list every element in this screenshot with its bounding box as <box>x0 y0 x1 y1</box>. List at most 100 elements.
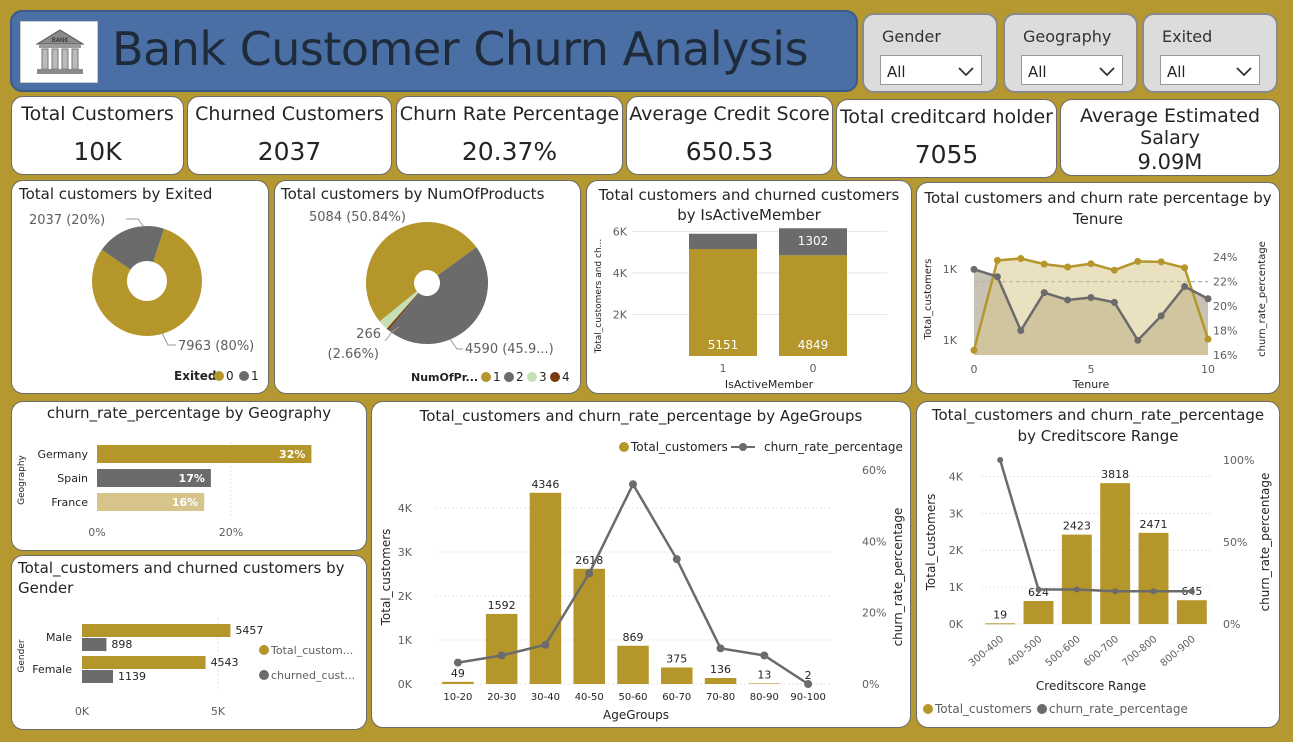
y-tick-label: 2K <box>949 544 964 557</box>
x-tick-label: 0% <box>88 526 105 539</box>
data-label: 266 <box>356 327 381 342</box>
x-tick-label: 500-600 <box>1044 634 1083 669</box>
x-tick-label: 40-50 <box>575 692 604 703</box>
legend-swatch <box>739 443 747 451</box>
legend-swatch <box>923 704 933 714</box>
point-churn-rate <box>1073 586 1080 593</box>
x-tick-label: 5 <box>1088 363 1095 376</box>
bar-60-70 <box>661 667 693 684</box>
x-tick-label: 400-500 <box>1005 634 1044 669</box>
y-tick-label: 4K <box>613 267 628 280</box>
y-tick-label: 2K <box>398 590 413 603</box>
bar-80-90 <box>748 683 781 684</box>
bar-800-900 <box>1176 600 1207 624</box>
point-churn-rate <box>760 651 769 660</box>
point-churn-rate <box>970 265 978 273</box>
x-tick-label: 0 <box>971 363 978 376</box>
legend-swatch <box>481 372 491 382</box>
x-tick-label: 1 <box>720 362 727 375</box>
legend-label: 1 <box>493 370 501 384</box>
point-total-customers <box>1181 264 1189 272</box>
x-tick-label: 30-40 <box>531 692 560 703</box>
kpi-label: Total Customers <box>21 103 174 125</box>
point-churn-rate <box>1087 293 1095 301</box>
point-churn-rate <box>716 644 725 653</box>
bar-churned-1 <box>689 233 757 250</box>
y-tick-label: 3K <box>398 546 413 559</box>
point-churn-rate <box>1040 289 1048 297</box>
y2-tick-label: 100% <box>1223 454 1254 467</box>
point-churn-rate <box>1157 312 1165 320</box>
x-tick-label: 70-80 <box>706 692 735 703</box>
kpi-value: 650.53 <box>685 137 774 166</box>
y-tick-label: 4K <box>398 502 413 515</box>
point-churn-rate <box>1064 296 1072 304</box>
y-axis-title: Geography <box>17 454 27 504</box>
y2-tick-label: 0% <box>862 678 879 691</box>
kpi-total-customers: Total Customers 10K <box>11 96 184 175</box>
exited-slicer-label: Exited <box>1162 27 1213 46</box>
chart-geography-svg: Germany 32% Spain 17% France 16% 0% 20% Geograph… <box>17 442 312 539</box>
kpi-value: 2037 <box>257 137 322 166</box>
exited-dropdown-value: All <box>1167 63 1186 81</box>
x-tick-label: 20-30 <box>487 692 516 703</box>
data-label: 1139 <box>118 670 146 683</box>
y-tick-label: 1K <box>398 634 413 647</box>
chart-exited-svg: 2037 (20%) 7963 (80%) Exited 0 1 <box>29 213 259 383</box>
bank-logo-icon: BANK <box>20 21 98 83</box>
point-churn-rate <box>672 555 681 564</box>
data-label: 17% <box>179 472 205 485</box>
x-tick-label: 50-60 <box>618 692 647 703</box>
legend-label: churn_rate_percentage <box>764 440 903 454</box>
leader-line <box>161 332 176 346</box>
page-title: Bank Customer Churn Analysis <box>112 22 809 76</box>
legend-title: NumOfPr... <box>411 371 478 384</box>
legend-swatch <box>504 372 514 382</box>
y2-tick-label: 50% <box>1223 536 1247 549</box>
geography-dropdown[interactable]: All <box>1021 55 1123 85</box>
legend-label: Total_customers <box>934 702 1032 716</box>
gender-dropdown[interactable]: All <box>880 55 982 85</box>
legend-swatch <box>619 442 629 452</box>
y2-axis-title: churn_rate_percentage <box>891 508 905 647</box>
data-label: 16% <box>172 496 198 509</box>
legend-swatch <box>550 372 560 382</box>
data-label: 13 <box>757 668 771 681</box>
gender-slicer-label: Gender <box>882 27 941 46</box>
x-tick-label: 0K <box>75 705 90 718</box>
point-churn-rate <box>453 658 462 667</box>
data-label: 4543 <box>211 656 239 669</box>
leader-line <box>449 338 463 350</box>
y-tick-label: France <box>51 496 88 509</box>
bar-30-40 <box>529 492 562 684</box>
x-tick-label: 0 <box>810 362 817 375</box>
kpi-value: 10K <box>73 137 122 166</box>
gender-dropdown-value: All <box>887 63 906 81</box>
bar-40-50 <box>573 568 605 684</box>
x-tick-label: 5K <box>211 705 226 718</box>
data-label: 5151 <box>708 338 739 352</box>
legend-swatch <box>259 670 269 680</box>
kpi-churned-customers: Churned Customers 2037 <box>187 96 392 175</box>
data-label: 3818 <box>1101 468 1129 481</box>
kpi-label: Total creditcard holder <box>840 106 1053 128</box>
data-label: 4849 <box>798 338 829 352</box>
exited-dropdown[interactable]: All <box>1160 55 1260 85</box>
leader-line <box>126 218 145 228</box>
x-tick-label: 600-700 <box>1082 634 1121 669</box>
geography-dropdown-value: All <box>1028 63 1047 81</box>
point-total-customers <box>1087 260 1095 268</box>
bar-female-0 <box>82 656 206 669</box>
data-label: 4346 <box>531 478 559 491</box>
chart-gender: Total_customers and churned customers by… <box>11 555 367 730</box>
legend-swatch <box>1037 704 1047 714</box>
point-total-customers <box>1134 257 1142 265</box>
data-label: 136 <box>710 663 731 676</box>
data-label: 5084 (50.84%) <box>309 210 406 225</box>
y-tick-label: 1K <box>949 581 964 594</box>
bar-20-30 <box>485 613 518 684</box>
bar-300-400 <box>985 623 1016 625</box>
point-total-customers <box>1110 266 1118 274</box>
chart-products: Total customers by NumOfProducts 5084 (5… <box>274 180 581 394</box>
chart-agegroups-svg: 0K 1K 2K 3K 4K 0% 20% 40% 60% 49 10-20 1592 20-30 434… <box>379 440 905 722</box>
